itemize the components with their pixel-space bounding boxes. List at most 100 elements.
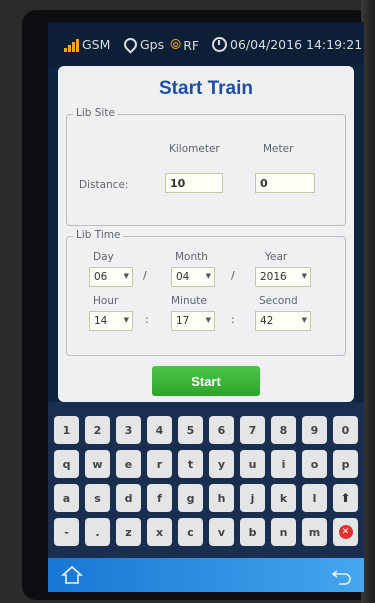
chevron-down-icon: ▼ (205, 316, 211, 324)
rf-wave-icon: ⦾ (170, 37, 182, 53)
key-8[interactable]: 8 (271, 416, 296, 444)
key-3[interactable]: 3 (116, 416, 141, 444)
day-select[interactable]: 06 ▼ (89, 267, 133, 287)
signal-icon (64, 38, 80, 52)
bottom-nav-bar (48, 558, 364, 592)
key-n[interactable]: n (271, 518, 296, 546)
gsm-label: GSM (82, 37, 111, 52)
keyboard-row-zxcv: -. z x c v b n m ✕ (54, 518, 364, 546)
lib-site-group: Lib Site Kilometer Meter Distance: 10 0 (66, 107, 346, 226)
minute-select[interactable]: 17 ▼ (171, 311, 215, 331)
day-value: 06 (94, 271, 108, 283)
key-r[interactable]: r (147, 450, 172, 478)
key-h[interactable]: h (209, 484, 234, 512)
lib-site-legend: Lib Site (73, 107, 118, 119)
lib-time-group: Lib Time Day Month Year 06 ▼ / 04 ▼ / 20… (66, 229, 346, 356)
key-k[interactable]: k (271, 484, 296, 512)
key-0[interactable]: 0 (333, 416, 358, 444)
key-z[interactable]: z (116, 518, 141, 546)
time-separator: : (145, 313, 149, 326)
key-y[interactable]: y (209, 450, 234, 478)
year-label: Year (265, 251, 288, 263)
key-t[interactable]: t (178, 450, 203, 478)
minute-value: 17 (176, 315, 190, 327)
key-f[interactable]: f (147, 484, 172, 512)
screen: GSM Gps ⦾ RF 06/04/2016 14:19:21 Start T… (48, 22, 364, 592)
gps-label: Gps (140, 37, 165, 52)
chevron-down-icon: ▼ (123, 272, 129, 280)
key-m[interactable]: m (302, 518, 327, 546)
clock-icon (212, 37, 227, 52)
keyboard-row-qwerty: qwertyuiop (54, 450, 364, 478)
key-u[interactable]: u (240, 450, 265, 478)
key-p[interactable]: p (333, 450, 358, 478)
keyboard-row-asdf: a s d f g h j k l ⬆ (54, 484, 364, 512)
second-label: Second (259, 295, 298, 307)
shift-key[interactable]: ⬆ (333, 484, 358, 512)
lib-time-legend: Lib Time (73, 229, 124, 241)
date-separator: / (231, 269, 235, 282)
meter-input[interactable]: 0 (255, 173, 315, 193)
distance-label: Distance: (79, 179, 129, 191)
year-select[interactable]: 2016 ▼ (255, 267, 311, 287)
key-s[interactable]: s (85, 484, 110, 512)
datetime-label: 06/04/2016 14:19:21 (230, 37, 363, 52)
key-g[interactable]: g (178, 484, 203, 512)
month-label: Month (175, 251, 208, 263)
rf-label: RF (183, 37, 200, 53)
keyboard-row-numbers: 1234567890 (54, 416, 364, 444)
key-dash[interactable]: - (54, 518, 79, 546)
key-l[interactable]: l (302, 484, 327, 512)
minute-label: Minute (171, 295, 207, 307)
key-7[interactable]: 7 (240, 416, 265, 444)
hour-label: Hour (93, 295, 119, 307)
second-select[interactable]: 42 ▼ (255, 311, 311, 331)
start-train-dialog: Start Train Lib Site Kilometer Meter Dis… (58, 66, 354, 402)
back-icon (331, 570, 351, 585)
key-2[interactable]: 2 (85, 416, 110, 444)
time-separator: : (231, 313, 235, 326)
kilometer-label: Kilometer (169, 143, 220, 155)
key-9[interactable]: 9 (302, 416, 327, 444)
key-o[interactable]: o (302, 450, 327, 478)
chevron-down-icon: ▼ (301, 272, 307, 280)
key-1[interactable]: 1 (54, 416, 79, 444)
home-icon (61, 565, 83, 584)
gps-pin-icon (121, 35, 140, 54)
key-j[interactable]: j (240, 484, 265, 512)
shift-arrow-icon: ⬆ (340, 491, 351, 505)
on-screen-keyboard: 1234567890 qwertyuiop a s d f g h j k l ⬆ -.zxcvb… (48, 402, 364, 558)
key-q[interactable]: q (54, 450, 79, 478)
delete-key[interactable]: ✕ (333, 518, 358, 546)
key-v[interactable]: v (209, 518, 234, 546)
key-4[interactable]: 4 (147, 416, 172, 444)
rf-status: ⦾ RF (170, 37, 199, 53)
year-value: 2016 (260, 271, 287, 283)
month-select[interactable]: 04 ▼ (171, 267, 215, 287)
key-6[interactable]: 6 (209, 416, 234, 444)
status-bar: GSM Gps ⦾ RF 06/04/2016 14:19:21 (48, 22, 364, 66)
key-i[interactable]: i (271, 450, 296, 478)
key-c[interactable]: c (178, 518, 203, 546)
key-dot[interactable]: . (85, 518, 110, 546)
start-button[interactable]: Start (152, 366, 260, 396)
key-e[interactable]: e (116, 450, 141, 478)
key-a[interactable]: a (54, 484, 79, 512)
key-x[interactable]: x (147, 518, 172, 546)
home-button[interactable] (58, 562, 86, 588)
key-b[interactable]: b (240, 518, 265, 546)
chevron-down-icon: ▼ (205, 272, 211, 280)
back-button[interactable] (328, 562, 356, 588)
hour-select[interactable]: 14 ▼ (89, 311, 133, 331)
date-separator: / (143, 269, 147, 282)
key-d[interactable]: d (116, 484, 141, 512)
datetime-status: 06/04/2016 14:19:21 (212, 37, 362, 52)
delete-icon: ✕ (338, 525, 353, 539)
chevron-down-icon: ▼ (123, 316, 129, 324)
page-title: Start Train (159, 78, 253, 99)
gsm-status: GSM (64, 37, 110, 52)
key-5[interactable]: 5 (178, 416, 203, 444)
kilometer-input[interactable]: 10 (165, 173, 223, 193)
day-label: Day (93, 251, 114, 263)
key-w[interactable]: w (85, 450, 110, 478)
